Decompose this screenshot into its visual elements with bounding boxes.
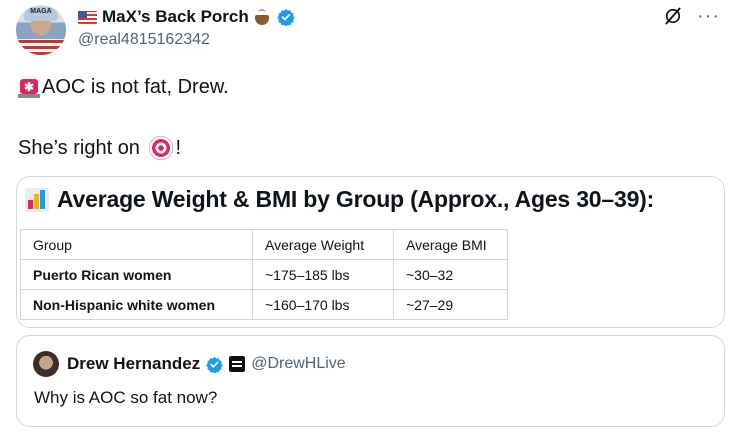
table-cell-bmi: ~27–29 [393, 289, 508, 320]
tweet-line-1: ✱ AOC is not fat, Drew. [18, 76, 229, 99]
coffee-icon [254, 8, 272, 26]
tweet-line-2-end: ! [175, 136, 182, 159]
table-cell-group: Puerto Rican women [20, 259, 253, 290]
header-actions: ··· [663, 6, 720, 26]
table-header-cell: Average Weight [252, 229, 394, 260]
quoted-author-handle[interactable]: @DrewHLive [251, 355, 345, 373]
table-card[interactable]: Average Weight & BMI by Group (Approx., … [16, 176, 725, 328]
avatar-shirt [16, 39, 66, 55]
quoted-author-row: Drew Hernandez @DrewHLive [67, 352, 346, 376]
table-header-cell: Group [20, 229, 253, 260]
grok-icon[interactable] [663, 6, 683, 26]
us-flag-icon [78, 10, 97, 24]
card-title-row: Average Weight & BMI by Group (Approx., … [25, 186, 654, 213]
tweet-line-1-text: AOC is not fat, Drew. [42, 76, 229, 98]
table-cell-group: Non-Hispanic white women [20, 289, 253, 320]
data-table: Group Average Weight Average BMI Puerto … [20, 229, 508, 320]
author-name-row: MaX’s Back Porch [78, 6, 295, 28]
avatar-cap-text: MAGA [30, 8, 52, 15]
table-header-row: Group Average Weight Average BMI [20, 229, 508, 260]
table-cell-weight: ~175–185 lbs [252, 259, 394, 290]
table-row: Puerto Rican women ~175–185 lbs ~30–32 [20, 259, 508, 290]
card-title: Average Weight & BMI by Group (Approx., … [57, 186, 655, 212]
quoted-author-avatar[interactable] [33, 351, 59, 377]
more-icon[interactable]: ··· [697, 6, 720, 26]
direct-hit-icon [148, 136, 173, 160]
verified-badge-icon[interactable] [277, 8, 295, 26]
tweet-line-2: She’s right on ! [18, 136, 181, 160]
table-header-cell: Average BMI [393, 229, 508, 260]
author-handle[interactable]: @real4815162342 [78, 31, 210, 49]
siren-icon: ✱ [18, 77, 40, 99]
author-avatar[interactable]: MAGA [16, 5, 66, 55]
quoted-tweet-text: Why is AOC so fat now? [34, 388, 218, 407]
table-row: Non-Hispanic white women ~160–170 lbs ~2… [20, 289, 508, 320]
table-cell-weight: ~160–170 lbs [252, 289, 394, 320]
table-cell-bmi: ~30–32 [393, 259, 508, 290]
bar-chart-icon [25, 187, 49, 212]
affiliate-badge-icon [229, 356, 246, 372]
verified-badge-icon[interactable] [206, 356, 223, 373]
quoted-author-name[interactable]: Drew Hernandez [67, 354, 200, 374]
author-display-name[interactable]: MaX’s Back Porch [102, 7, 249, 27]
quoted-tweet[interactable]: Drew Hernandez @DrewHLive Why is AOC so … [16, 335, 725, 427]
tweet-line-2-text: She’s right on [18, 136, 146, 159]
